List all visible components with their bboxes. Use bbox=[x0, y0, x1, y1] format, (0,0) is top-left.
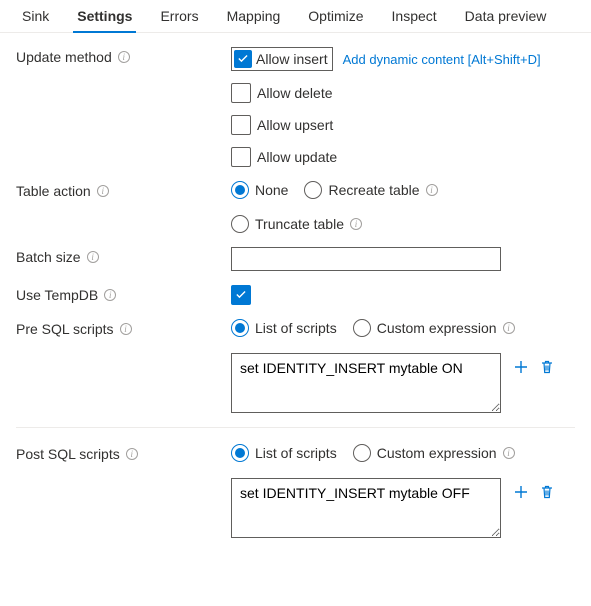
radio-table-action-recreate-label: Recreate table bbox=[328, 182, 419, 198]
radio-table-action-truncate-label: Truncate table bbox=[255, 216, 344, 232]
radio-post-sql-list-label: List of scripts bbox=[255, 445, 337, 461]
info-icon[interactable] bbox=[120, 323, 132, 335]
checkbox-allow-insert[interactable] bbox=[234, 50, 252, 68]
add-icon[interactable] bbox=[511, 482, 531, 502]
row-post-sql: Post SQL scripts List of scripts Custom … bbox=[16, 444, 575, 538]
info-icon[interactable] bbox=[503, 447, 515, 459]
tab-optimize[interactable]: Optimize bbox=[294, 0, 377, 32]
batch-size-input[interactable] bbox=[231, 247, 501, 271]
checkbox-use-tempdb[interactable] bbox=[231, 285, 251, 305]
label-table-action: Table action bbox=[16, 183, 91, 199]
radio-table-action-recreate[interactable] bbox=[304, 181, 322, 199]
add-icon[interactable] bbox=[511, 357, 531, 377]
radio-post-sql-custom-label: Custom expression bbox=[377, 445, 497, 461]
checkbox-allow-upsert-label: Allow upsert bbox=[257, 117, 333, 133]
info-icon[interactable] bbox=[426, 184, 438, 196]
divider bbox=[16, 427, 575, 428]
allow-insert-row: Allow insert Add dynamic content [Alt+Sh… bbox=[231, 47, 575, 71]
delete-icon[interactable] bbox=[537, 482, 557, 502]
info-icon[interactable] bbox=[126, 448, 138, 460]
radio-table-action-truncate[interactable] bbox=[231, 215, 249, 233]
label-update-method: Update method bbox=[16, 49, 112, 65]
label-use-tempdb: Use TempDB bbox=[16, 287, 98, 303]
tab-inspect[interactable]: Inspect bbox=[378, 0, 451, 32]
tab-data-preview[interactable]: Data preview bbox=[451, 0, 561, 32]
tabs-bar: Sink Settings Errors Mapping Optimize In… bbox=[0, 0, 591, 33]
radio-pre-sql-list[interactable] bbox=[231, 319, 249, 337]
settings-form: Update method Allow insert Add dynamic c… bbox=[0, 33, 591, 560]
info-icon[interactable] bbox=[503, 322, 515, 334]
tab-sink[interactable]: Sink bbox=[8, 0, 63, 32]
row-update-method: Update method Allow insert Add dynamic c… bbox=[16, 47, 575, 167]
checkbox-allow-upsert[interactable] bbox=[231, 115, 251, 135]
info-icon[interactable] bbox=[104, 289, 116, 301]
radio-pre-sql-custom[interactable] bbox=[353, 319, 371, 337]
label-pre-sql: Pre SQL scripts bbox=[16, 321, 114, 337]
checkbox-allow-insert-label: Allow insert bbox=[256, 51, 328, 67]
info-icon[interactable] bbox=[118, 51, 130, 63]
radio-post-sql-custom[interactable] bbox=[353, 444, 371, 462]
checkbox-allow-update-label: Allow update bbox=[257, 149, 337, 165]
row-use-tempdb: Use TempDB bbox=[16, 285, 575, 305]
tab-errors[interactable]: Errors bbox=[146, 0, 212, 32]
add-dynamic-content-link[interactable]: Add dynamic content [Alt+Shift+D] bbox=[343, 52, 541, 67]
checkbox-allow-delete[interactable] bbox=[231, 83, 251, 103]
radio-table-action-none[interactable] bbox=[231, 181, 249, 199]
pre-sql-script-textarea[interactable] bbox=[231, 353, 501, 413]
radio-post-sql-list[interactable] bbox=[231, 444, 249, 462]
checkbox-allow-update[interactable] bbox=[231, 147, 251, 167]
label-post-sql: Post SQL scripts bbox=[16, 446, 120, 462]
row-pre-sql: Pre SQL scripts List of scripts Custom e… bbox=[16, 319, 575, 413]
delete-icon[interactable] bbox=[537, 357, 557, 377]
radio-pre-sql-custom-label: Custom expression bbox=[377, 320, 497, 336]
row-batch-size: Batch size bbox=[16, 247, 575, 271]
info-icon[interactable] bbox=[97, 185, 109, 197]
checkbox-allow-delete-label: Allow delete bbox=[257, 85, 333, 101]
post-sql-script-textarea[interactable] bbox=[231, 478, 501, 538]
tab-mapping[interactable]: Mapping bbox=[213, 0, 295, 32]
info-icon[interactable] bbox=[350, 218, 362, 230]
radio-pre-sql-list-label: List of scripts bbox=[255, 320, 337, 336]
row-table-action: Table action None Recreate table Truncat… bbox=[16, 181, 575, 233]
label-batch-size: Batch size bbox=[16, 249, 81, 265]
radio-table-action-none-label: None bbox=[255, 182, 288, 198]
tab-settings[interactable]: Settings bbox=[63, 0, 146, 32]
info-icon[interactable] bbox=[87, 251, 99, 263]
